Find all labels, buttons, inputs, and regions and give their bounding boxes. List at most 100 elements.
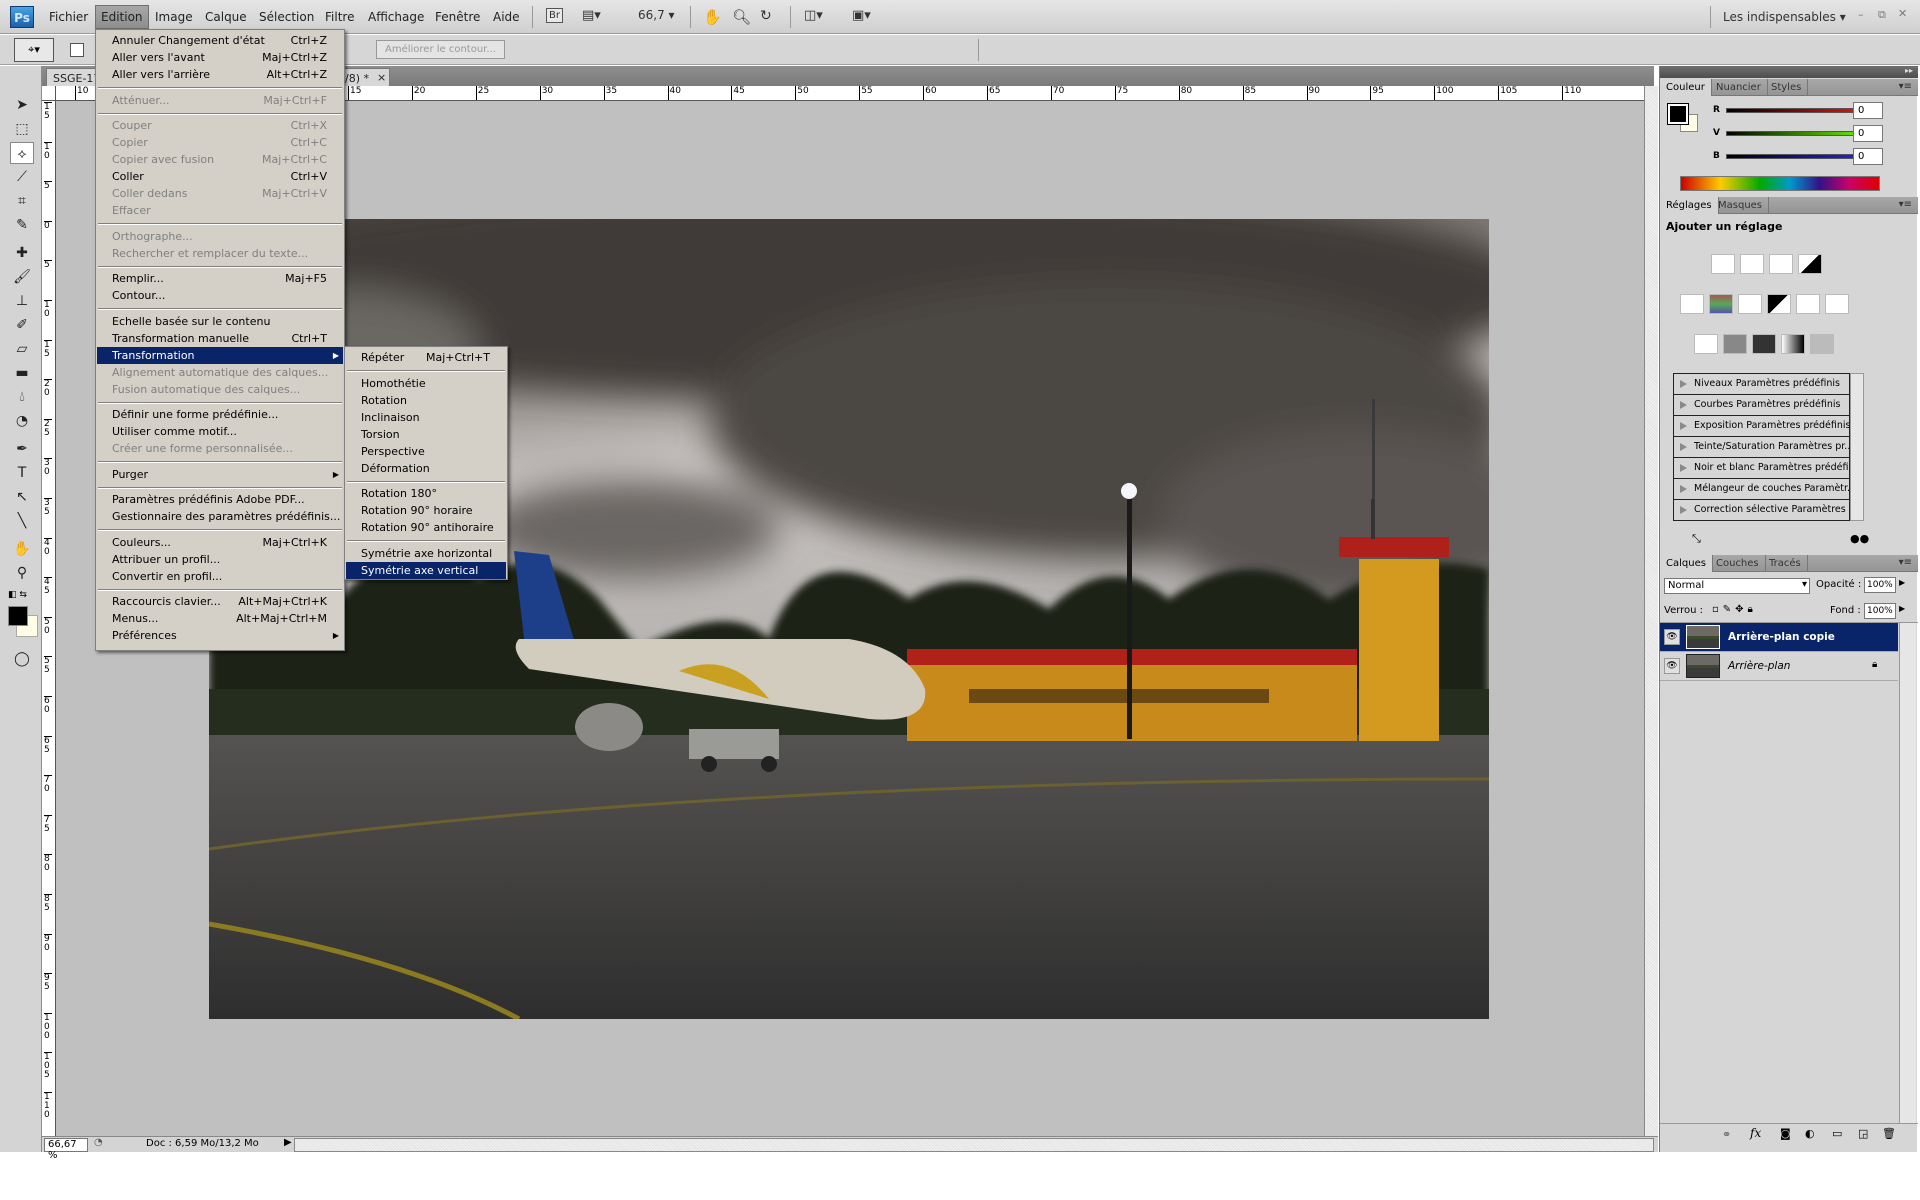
dodge-tool-icon[interactable]: ◔ [10,410,34,432]
layer-name[interactable]: Arrière-plan [1728,660,1790,672]
selective-color-icon[interactable] [1810,334,1834,354]
levels-icon[interactable] [1740,254,1764,274]
exposure-icon[interactable] [1798,254,1822,274]
selection-mode-new-icon[interactable] [70,43,84,57]
tab-nuancier[interactable]: Nuancier [1710,79,1768,96]
refine-edge-button[interactable]: Améliorer le contour... [376,40,505,59]
layers-scrollbar[interactable] [1899,623,1916,1123]
horizontal-scrollbar[interactable] [294,1138,1654,1152]
menu-item[interactable]: Paramètres prédéfinis Adobe PDF... [97,491,343,508]
preset-item[interactable]: Noir et blanc Paramètres prédéfi... [1674,458,1849,479]
color-spectrum-bar[interactable] [1680,176,1880,191]
preset-item[interactable]: Correction sélective Paramètres ... [1674,500,1849,520]
hue-saturation-icon[interactable] [1709,294,1733,314]
menu-filtre[interactable]: Filtre [320,8,359,26]
menu-item[interactable]: Homothétie [346,375,506,392]
panel-menu-icon[interactable]: ▾≡ [1899,199,1912,210]
eyedropper-tool-icon[interactable]: ✎ [10,214,34,236]
menu-edition[interactable]: Edition [95,5,149,29]
fill-input[interactable]: 100% [1864,603,1896,619]
return-to-list-icon[interactable]: ⤡ [1692,532,1701,546]
black-white-icon[interactable] [1767,294,1791,314]
screen-layout-icon[interactable]: ▤▾ [582,8,601,23]
gradient-tool-icon[interactable]: ▬ [10,362,34,384]
color-balance-icon[interactable] [1738,294,1762,314]
bridge-icon[interactable]: Br [546,8,563,23]
tab-masques[interactable]: Masques [1712,197,1770,214]
posterize-icon[interactable] [1723,334,1747,354]
menu-affichage[interactable]: Affichage [363,8,429,26]
link-layers-icon[interactable]: ⚭ [1722,1128,1731,1141]
preset-item[interactable]: Mélangeur de couches Paramètr... [1674,479,1849,500]
photo-filter-icon[interactable] [1796,294,1820,314]
minimize-icon[interactable]: – [1858,8,1864,21]
tab-styles[interactable]: Styles [1765,79,1809,96]
menu-calque[interactable]: Calque [200,8,252,26]
menu-item[interactable]: Gestionnaire des paramètres prédéfinis..… [97,508,343,525]
eraser-tool-icon[interactable]: ▱ [10,338,34,360]
menu-item[interactable]: Raccourcis clavier... Alt+Maj+Ctrl+K [97,593,343,610]
channel-b-slider[interactable] [1726,154,1856,159]
trash-icon[interactable]: 🗑︎ [1882,1127,1896,1140]
channel-b-input[interactable]: 0 [1853,148,1883,165]
close-document-icon[interactable]: × [377,71,386,84]
menu-fenetre[interactable]: Fenêtre [430,8,485,26]
path-selection-tool-icon[interactable]: ↖ [10,486,34,508]
tab-couches[interactable]: Couches [1710,555,1766,572]
adjustment-layer-icon[interactable]: ◐ [1805,1127,1815,1140]
close-icon[interactable]: ✕ [1898,7,1907,20]
menu-image[interactable]: Image [150,8,198,26]
brightness-contrast-icon[interactable] [1711,254,1735,274]
tab-traces[interactable]: Tracés [1763,555,1808,572]
zoom-level-dropdown[interactable]: 66,7 ▾ [638,8,675,22]
menu-selection[interactable]: Sélection [254,8,319,26]
polygonal-lasso-tool-icon[interactable]: ⟡ [10,142,34,164]
channel-mixer-icon[interactable] [1825,294,1849,314]
screen-mode-icon[interactable]: ▣▾ [852,8,871,23]
menu-item[interactable]: Inclinaison [346,409,506,426]
status-menu-arrow-icon[interactable]: ▶ [284,1137,292,1148]
menu-item[interactable]: Rotation [346,392,506,409]
hand-icon[interactable]: ✋ [703,8,722,26]
tab-reglages[interactable]: Réglages [1660,197,1719,214]
curves-icon[interactable] [1769,254,1793,274]
arrange-documents-icon[interactable]: ◫▾ [804,8,823,23]
fill-slider-arrow-icon[interactable]: ▶ [1899,604,1905,613]
panel-menu-icon[interactable]: ▾≡ [1899,81,1912,92]
tab-calques[interactable]: Calques [1660,555,1713,572]
menu-item[interactable]: Transformation ▶ [97,346,343,364]
type-tool-icon[interactable]: T [10,462,34,484]
visibility-eye-icon[interactable]: 👁︎ [1664,658,1680,674]
zoom-tool-icon[interactable]: ⚲ [10,562,34,584]
menu-item[interactable]: Transformation manuelle Ctrl+T [97,330,343,347]
ruler-origin[interactable] [42,86,56,101]
clone-stamp-tool-icon[interactable]: ⊥ [10,290,34,312]
menu-item[interactable]: Torsion [346,426,506,443]
new-group-icon[interactable]: ▭ [1832,1127,1842,1140]
opacity-input[interactable]: 100% [1864,577,1896,593]
add-mask-icon[interactable]: ◙ [1780,1127,1791,1140]
menu-item[interactable]: Rotation 180° [346,485,506,502]
threshold-icon[interactable] [1752,334,1776,354]
menu-item[interactable]: Déformation [346,460,506,477]
menu-item[interactable]: Perspective [346,443,506,460]
invert-icon[interactable] [1694,334,1718,354]
menu-item[interactable]: Contour... [97,287,343,304]
opacity-slider-arrow-icon[interactable]: ▶ [1899,578,1905,587]
new-layer-icon[interactable]: ◲ [1858,1127,1868,1140]
menu-item[interactable]: Symétrie axe horizontal [346,545,506,562]
zoom-icon[interactable]: 🔍︎ [732,8,751,26]
brush-tool-icon[interactable]: 🖌︎ [10,266,34,288]
quick-selection-tool-icon[interactable]: ⟋ [10,166,34,188]
document-image[interactable] [209,219,1489,1019]
menu-item[interactable]: Définir une forme prédéfinie... [97,406,343,423]
layer-style-fx-icon[interactable]: fx [1750,1126,1761,1140]
tool-preset-picker[interactable]: ⌖▾ [14,38,54,62]
tab-couleur[interactable]: Couleur [1660,79,1712,96]
preset-item[interactable]: Courbes Paramètres prédéfinis [1674,395,1849,416]
menu-item[interactable]: Aller vers l'arrière Alt+Ctrl+Z [97,66,343,83]
menu-item[interactable]: Rotation 90° horaire [346,502,506,519]
lock-icons[interactable]: ▫✎✥🔒︎ [1712,604,1757,615]
history-brush-tool-icon[interactable]: ✐ [10,314,34,336]
line-tool-icon[interactable]: ╲ [10,510,34,532]
